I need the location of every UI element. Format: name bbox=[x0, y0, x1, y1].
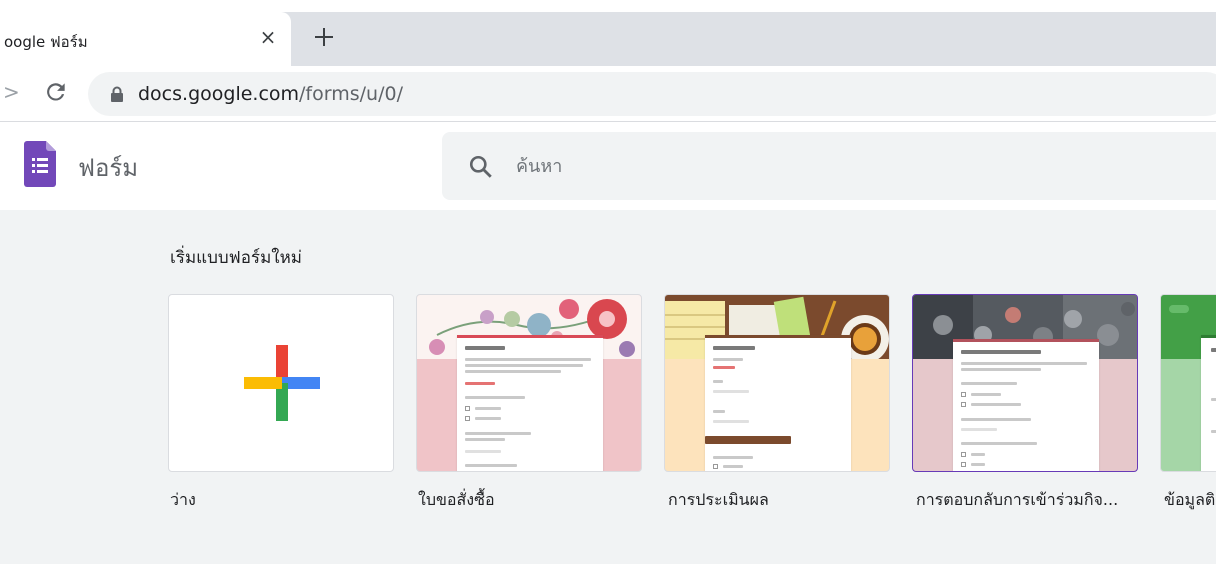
preview-title-line bbox=[465, 346, 505, 350]
header-dots-decoration bbox=[1169, 305, 1189, 313]
form-preview-sheet bbox=[1201, 335, 1216, 471]
preview-checkbox bbox=[961, 452, 966, 457]
preview-option-line bbox=[971, 453, 985, 456]
preview-text-line bbox=[465, 364, 583, 367]
preview-question-line bbox=[713, 456, 753, 459]
preview-question-line bbox=[465, 464, 517, 467]
template-label-evaluation[interactable]: การประเมินผล bbox=[668, 488, 888, 513]
preview-title-line bbox=[713, 346, 755, 350]
search-input[interactable] bbox=[516, 152, 916, 180]
preview-question-line bbox=[713, 410, 725, 413]
preview-text-line bbox=[465, 358, 591, 361]
url-host: docs.google.com bbox=[138, 83, 300, 105]
preview-text-line bbox=[465, 438, 505, 441]
url-text[interactable]: docs.google.com/forms/u/0/ bbox=[138, 83, 403, 105]
form-preview-sheet bbox=[705, 335, 851, 471]
browser-tab-strip: oogle ฟอร์ม × bbox=[0, 0, 1216, 66]
address-bar[interactable]: docs.google.com/forms/u/0/ bbox=[88, 72, 1216, 116]
google-forms-logo-icon[interactable] bbox=[24, 141, 56, 187]
preview-section-header bbox=[705, 436, 791, 444]
preview-checkbox bbox=[465, 406, 470, 411]
preview-text-line bbox=[1211, 430, 1216, 433]
template-card-blank[interactable] bbox=[168, 294, 394, 472]
preview-text-line bbox=[961, 368, 1041, 371]
preview-text-line bbox=[713, 358, 743, 361]
template-label-blank[interactable]: ว่าง bbox=[170, 488, 390, 513]
search-icon[interactable] bbox=[468, 154, 494, 180]
lock-icon[interactable] bbox=[110, 86, 124, 102]
template-label-event-rsvp[interactable]: การตอบกลับการเข้าร่วมกิจ... bbox=[916, 488, 1136, 513]
template-card-order-request[interactable] bbox=[416, 294, 642, 472]
preview-radio bbox=[961, 402, 966, 407]
preview-checkbox bbox=[961, 462, 966, 467]
preview-checkbox bbox=[713, 464, 718, 469]
tab-strip-top-band bbox=[0, 0, 1216, 12]
forward-arrow-icon[interactable]: > bbox=[3, 80, 20, 104]
preview-option-line bbox=[475, 407, 501, 410]
template-card-event-rsvp[interactable] bbox=[912, 294, 1138, 472]
template-label-order-request[interactable]: ใบขอสั่งซื้อ bbox=[418, 488, 638, 513]
preview-question-line bbox=[961, 442, 1037, 445]
preview-option-line bbox=[971, 463, 985, 466]
forms-app-header: ฟอร์ม bbox=[0, 122, 1216, 210]
gallery-heading: เริ่มแบบฟอร์มใหม่ bbox=[170, 248, 302, 268]
preview-required-line bbox=[465, 382, 495, 385]
app-title[interactable]: ฟอร์ม bbox=[78, 148, 138, 187]
preview-text-line bbox=[1211, 398, 1216, 401]
preview-radio bbox=[961, 392, 966, 397]
preview-answer-line bbox=[961, 428, 997, 431]
preview-option-line bbox=[475, 417, 501, 420]
preview-answer-line bbox=[713, 390, 749, 393]
url-path: /forms/u/0/ bbox=[299, 83, 403, 105]
template-label-contact-info[interactable]: ข้อมูลติ bbox=[1164, 488, 1216, 513]
template-gallery: เริ่มแบบฟอร์มใหม่ ว่าง ใบขอสั่งซื้อ การป… bbox=[0, 210, 1216, 564]
close-tab-icon[interactable]: × bbox=[257, 26, 279, 48]
preview-text-line bbox=[465, 370, 561, 373]
preview-text-line bbox=[961, 362, 1087, 365]
preview-answer-line bbox=[465, 450, 501, 453]
reload-icon[interactable] bbox=[43, 79, 69, 105]
preview-title-line bbox=[961, 350, 1041, 354]
browser-toolbar: > docs.google.com/forms/u/0/ bbox=[0, 66, 1216, 122]
preview-required-line bbox=[713, 366, 735, 369]
preview-option-line bbox=[723, 465, 743, 468]
search-box[interactable] bbox=[442, 132, 1216, 200]
new-tab-plus-icon[interactable] bbox=[311, 24, 337, 50]
preview-question-line bbox=[465, 432, 531, 435]
preview-question-line bbox=[465, 396, 525, 399]
preview-question-line bbox=[713, 380, 723, 383]
preview-question-line bbox=[961, 382, 1017, 385]
template-card-contact-info[interactable] bbox=[1160, 294, 1216, 472]
plus-icon bbox=[244, 345, 320, 421]
preview-option-line bbox=[971, 393, 1001, 396]
tab-title: oogle ฟอร์ม bbox=[4, 33, 88, 51]
preview-title-line bbox=[1211, 348, 1216, 352]
preview-answer-line bbox=[713, 420, 749, 423]
preview-question-line bbox=[961, 418, 1031, 421]
template-card-evaluation[interactable] bbox=[664, 294, 890, 472]
preview-checkbox bbox=[465, 416, 470, 421]
form-preview-sheet bbox=[457, 335, 603, 471]
browser-tab[interactable]: oogle ฟอร์ม × bbox=[0, 12, 291, 66]
form-preview-sheet bbox=[953, 339, 1099, 471]
preview-option-line bbox=[971, 403, 1021, 406]
